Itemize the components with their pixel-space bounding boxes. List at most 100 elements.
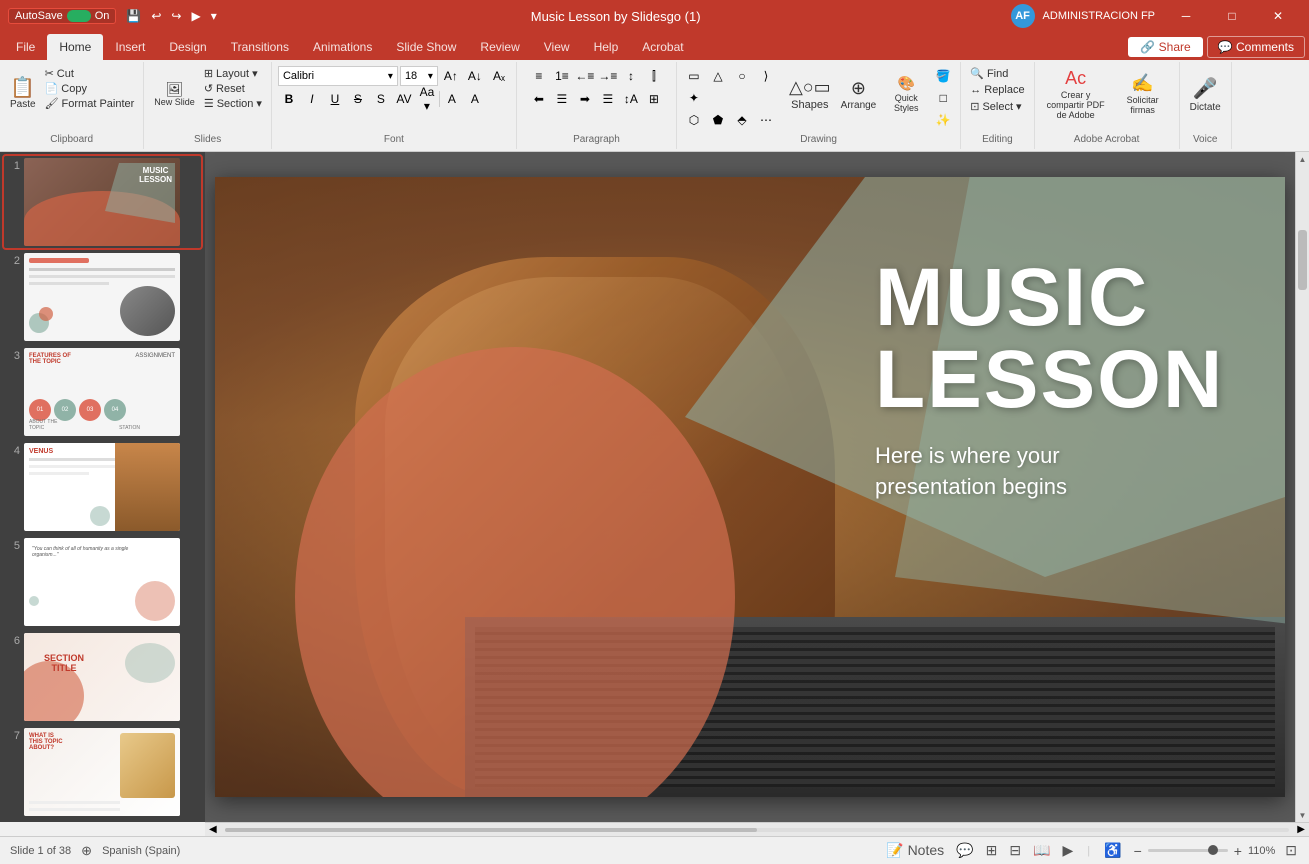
font-size-dropdown-icon[interactable]: ▾ bbox=[428, 71, 433, 82]
tab-insert[interactable]: Insert bbox=[103, 34, 157, 60]
select-button[interactable]: ⊡ Select ▾ bbox=[967, 99, 1027, 114]
find-button[interactable]: 🔍 Find bbox=[967, 66, 1027, 81]
shape-3[interactable]: ○ bbox=[731, 66, 753, 86]
text-shadow-button[interactable]: S bbox=[370, 89, 392, 109]
dictate-button[interactable]: 🎤 Dictate bbox=[1186, 66, 1225, 122]
bold-button[interactable]: B bbox=[278, 89, 300, 109]
tab-slideshow[interactable]: Slide Show bbox=[384, 34, 468, 60]
slide-item-1[interactable]: 1 MUSICLESSON bbox=[4, 156, 201, 248]
comments-button[interactable]: 💬 Comments bbox=[1207, 36, 1305, 58]
tab-home[interactable]: Home bbox=[47, 34, 103, 60]
slide-sorter-button[interactable]: ⊟ bbox=[1007, 840, 1023, 861]
bullets-button[interactable]: ≡ bbox=[528, 66, 550, 86]
clear-format-button[interactable]: Aₓ bbox=[488, 66, 510, 86]
text-direction-button[interactable]: ↕A bbox=[620, 89, 642, 109]
tab-review[interactable]: Review bbox=[468, 34, 531, 60]
quick-styles-button[interactable]: 🎨 Quick Styles bbox=[882, 66, 930, 122]
shapes-button[interactable]: △○▭ Shapes bbox=[785, 66, 835, 122]
decrease-indent-button[interactable]: ←≡ bbox=[574, 66, 596, 86]
save-button[interactable]: 💾 bbox=[122, 7, 145, 25]
slide-item-6[interactable]: 6 SECTIONTITLE bbox=[4, 631, 201, 723]
align-right-button[interactable]: ➡ bbox=[574, 89, 596, 109]
qat-more[interactable]: ▾ bbox=[207, 7, 221, 25]
replace-button[interactable]: ↔ Replace bbox=[967, 83, 1027, 97]
notes-button[interactable]: 📝 Notes bbox=[884, 840, 946, 861]
slide-item-2[interactable]: 2 bbox=[4, 251, 201, 343]
minimize-button[interactable]: ─ bbox=[1163, 0, 1209, 32]
slide-item-3[interactable]: 3 FEATURES OFTHE TOPIC ASSIGNMENT 01 02 … bbox=[4, 346, 201, 438]
close-button[interactable]: ✕ bbox=[1255, 0, 1301, 32]
tab-design[interactable]: Design bbox=[157, 34, 218, 60]
scroll-right-button[interactable]: ▶ bbox=[1293, 824, 1309, 835]
shape-7[interactable]: ⬟ bbox=[707, 110, 729, 130]
right-scrollbar[interactable]: ▲ ▼ bbox=[1295, 152, 1309, 822]
solicitar-firmas-button[interactable]: ✍ Solicitar firmas bbox=[1113, 66, 1173, 122]
strikethrough-button[interactable]: S bbox=[347, 89, 369, 109]
smart-art-button[interactable]: ⊞ bbox=[643, 89, 665, 109]
slide-item-5[interactable]: 5 "You can think of all of humanity as a… bbox=[4, 536, 201, 628]
shape-6[interactable]: ⬡ bbox=[683, 110, 705, 130]
tab-view[interactable]: View bbox=[532, 34, 582, 60]
shape-4[interactable]: ⟩ bbox=[755, 66, 777, 86]
font-dropdown-icon[interactable]: ▾ bbox=[388, 71, 393, 82]
scroll-track-vertical[interactable] bbox=[1296, 166, 1309, 808]
shape-8[interactable]: ⬘ bbox=[731, 110, 753, 130]
font-color-button[interactable]: A bbox=[441, 89, 463, 109]
undo-button[interactable]: ↩ bbox=[147, 7, 165, 25]
scroll-track-horizontal[interactable] bbox=[225, 828, 1290, 832]
shape-2[interactable]: △ bbox=[707, 66, 729, 86]
shape-1[interactable]: ▭ bbox=[683, 66, 705, 86]
reset-button[interactable]: ↺ Reset bbox=[201, 81, 265, 96]
tab-file[interactable]: File bbox=[4, 34, 47, 60]
accessibility-button[interactable]: ♿ bbox=[1102, 840, 1123, 861]
align-left-button[interactable]: ⬅ bbox=[528, 89, 550, 109]
zoom-out-button[interactable]: − bbox=[1132, 841, 1144, 861]
scroll-down-button[interactable]: ▼ bbox=[1296, 808, 1309, 822]
user-avatar[interactable]: AF bbox=[1011, 4, 1035, 28]
cut-button[interactable]: ✂ Cut bbox=[42, 66, 138, 81]
zoom-slider[interactable] bbox=[1148, 849, 1228, 852]
tab-acrobat[interactable]: Acrobat bbox=[630, 34, 695, 60]
line-spacing-button[interactable]: ↕ bbox=[620, 66, 642, 86]
increase-indent-button[interactable]: →≡ bbox=[597, 66, 619, 86]
scroll-left-button[interactable]: ◀ bbox=[205, 824, 221, 835]
slide-item-4[interactable]: 4 VENUS bbox=[4, 441, 201, 533]
change-case-button[interactable]: Aa ▾ bbox=[416, 89, 438, 109]
language-indicator[interactable]: Spanish (Spain) bbox=[102, 845, 180, 857]
outline-button[interactable]: □ bbox=[932, 88, 954, 108]
justify-button[interactable]: ☰ bbox=[597, 89, 619, 109]
redo-button[interactable]: ↪ bbox=[167, 7, 185, 25]
highlight-button[interactable]: A bbox=[464, 89, 486, 109]
underline-button[interactable]: U bbox=[324, 89, 346, 109]
reading-view-button[interactable]: 📖 bbox=[1031, 840, 1052, 861]
effects-button[interactable]: ✨ bbox=[932, 110, 954, 130]
copy-button[interactable]: 📄 Copy bbox=[42, 81, 138, 96]
autosave-badge[interactable]: AutoSave On bbox=[8, 8, 116, 24]
new-slide-button[interactable]: 🖼 New Slide bbox=[150, 66, 199, 122]
numbering-button[interactable]: 1≡ bbox=[551, 66, 573, 86]
present-button[interactable]: ▶ bbox=[187, 7, 204, 25]
decrease-font-button[interactable]: A↓ bbox=[464, 66, 486, 86]
zoom-in-button[interactable]: + bbox=[1232, 841, 1244, 861]
autosave-toggle[interactable] bbox=[67, 10, 91, 22]
shape-5[interactable]: ✦ bbox=[683, 88, 705, 108]
paste-button[interactable]: 📋 Paste bbox=[6, 66, 40, 122]
slide-item-7[interactable]: 7 WHAT ISTHIS TOPICABOUT? bbox=[4, 726, 201, 818]
fit-slide-button[interactable]: ⊡ bbox=[1283, 840, 1299, 861]
font-size-box[interactable]: 18 ▾ bbox=[400, 66, 438, 86]
more-shapes[interactable]: ⋯ bbox=[755, 110, 777, 130]
bottom-scrollbar[interactable]: ◀ ▶ bbox=[205, 822, 1309, 836]
italic-button[interactable]: I bbox=[301, 89, 323, 109]
slide-panel[interactable]: 1 MUSICLESSON 2 bbox=[0, 152, 205, 822]
fill-button[interactable]: 🪣 bbox=[932, 66, 954, 86]
tab-help[interactable]: Help bbox=[582, 34, 631, 60]
normal-view-button[interactable]: ⊞ bbox=[984, 840, 1000, 861]
format-painter-button[interactable]: 🖌 Format Painter bbox=[42, 96, 138, 111]
tab-animations[interactable]: Animations bbox=[301, 34, 384, 60]
slide-canvas[interactable]: MUSIC LESSON Here is where yourpresentat… bbox=[215, 177, 1285, 797]
create-pdf-button[interactable]: Ac Crear y compartir PDF de Adobe bbox=[1041, 66, 1111, 122]
scroll-thumb-vertical[interactable] bbox=[1298, 230, 1307, 290]
arrange-button[interactable]: ⊕ Arrange bbox=[837, 66, 881, 122]
slide-accessibility-icon[interactable]: ⊕ bbox=[81, 843, 92, 859]
character-spacing-button[interactable]: AV bbox=[393, 89, 415, 109]
